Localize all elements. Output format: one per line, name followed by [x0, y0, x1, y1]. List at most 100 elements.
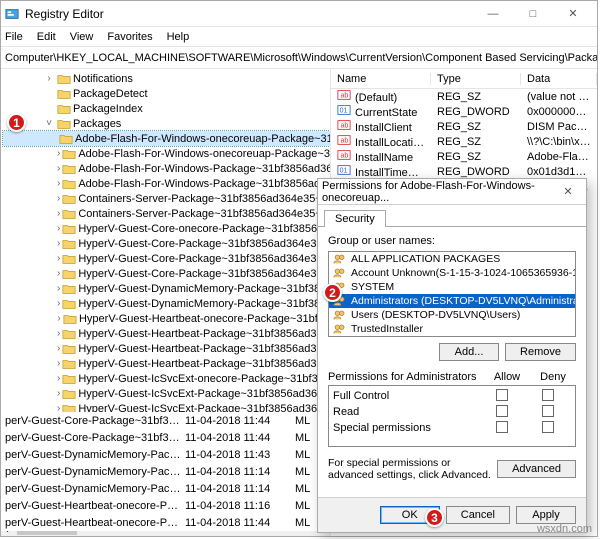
- expander-icon[interactable]: ›: [57, 283, 60, 294]
- expander-icon[interactable]: ›: [57, 253, 60, 264]
- cancel-button[interactable]: Cancel: [446, 506, 510, 524]
- menu-view[interactable]: View: [70, 31, 94, 43]
- tree-item[interactable]: ›HyperV-Guest-Core-Package~31bf3856ad364…: [3, 266, 330, 281]
- group-item[interactable]: Account Unknown(S-1-15-3-1024-1065365936…: [329, 266, 575, 280]
- column-type[interactable]: Type: [431, 73, 521, 85]
- list-item[interactable]: perV-Guest-Core-Package~31bf3856ad36...1…: [1, 429, 331, 446]
- tree-item[interactable]: ›HyperV-Guest-IcSvcExt-Package~31bf3856a…: [3, 386, 330, 401]
- group-item[interactable]: ALL APPLICATION PACKAGES: [329, 252, 575, 266]
- tree-item[interactable]: ›HyperV-Guest-Heartbeat-onecore-Package~…: [3, 311, 330, 326]
- group-label: Users (DESKTOP-DV5LVNQ\Users): [351, 309, 520, 321]
- group-item[interactable]: SYSTEM: [329, 280, 575, 294]
- column-name[interactable]: Name: [331, 73, 431, 85]
- tree-item[interactable]: ›HyperV-Guest-Heartbeat-Package~31bf3856…: [3, 326, 330, 341]
- tree-item[interactable]: ›HyperV-Guest-Core-Package~31bf3856ad364…: [3, 236, 330, 251]
- tab-security[interactable]: Security: [324, 210, 386, 227]
- value-row[interactable]: ab(Default)REG_SZ(value not set): [331, 89, 597, 104]
- value-row[interactable]: 01InstallTimeHighREG_DWORD0x01d3d151 (30…: [331, 164, 597, 179]
- list-item-name: perV-Guest-Heartbeat-onecore-Package~...: [1, 500, 181, 512]
- value-row[interactable]: abInstallLocationREG_SZ\\?\C:\bin\x86fre…: [331, 134, 597, 149]
- expander-icon[interactable]: ›: [57, 343, 60, 354]
- tree-item[interactable]: PackageDetect: [3, 86, 330, 101]
- menu-file[interactable]: File: [5, 31, 23, 43]
- tree-item[interactable]: PackageIndex: [3, 101, 330, 116]
- tree-item[interactable]: ›HyperV-Guest-DynamicMemory-Package~31bf…: [3, 296, 330, 311]
- tree-item[interactable]: ›HyperV-Guest-Heartbeat-Package~31bf3856…: [3, 356, 330, 371]
- expander-icon[interactable]: ˅: [43, 118, 55, 129]
- expander-icon[interactable]: ›: [57, 193, 60, 204]
- tree-item[interactable]: ›Adobe-Flash-For-Windows-onecoreuap-Pack…: [3, 146, 330, 161]
- expander-icon[interactable]: ›: [57, 148, 60, 159]
- dialog-titlebar[interactable]: Permissions for Adobe-Flash-For-Windows-…: [318, 179, 586, 205]
- expander-icon[interactable]: ›: [57, 208, 60, 219]
- menu-help[interactable]: Help: [167, 31, 190, 43]
- value-row[interactable]: abInstallClientREG_SZDISM Package Manag: [331, 119, 597, 134]
- expander-icon[interactable]: ›: [57, 163, 60, 174]
- menu-favorites[interactable]: Favorites: [107, 31, 152, 43]
- list-item-date: 11-04-2018 11:14: [181, 483, 291, 495]
- expander-icon[interactable]: ›: [57, 178, 60, 189]
- tree-item-label: Packages: [73, 118, 121, 130]
- deny-checkbox[interactable]: [542, 421, 554, 433]
- value-name: InstallName: [355, 152, 413, 164]
- tree-item[interactable]: ›HyperV-Guest-Heartbeat-Package~31bf3856…: [3, 341, 330, 356]
- expander-icon[interactable]: ›: [57, 268, 60, 279]
- group-item[interactable]: Users (DESKTOP-DV5LVNQ\Users): [329, 308, 575, 322]
- tree-item[interactable]: ›Adobe-Flash-For-Windows-Package~31bf385…: [3, 161, 330, 176]
- expander-icon[interactable]: ›: [57, 313, 61, 324]
- tree-item[interactable]: ›Containers-Server-Package~31bf3856ad364…: [3, 206, 330, 221]
- list-item[interactable]: perV-Guest-DynamicMemory-Package~3...11-…: [1, 463, 331, 480]
- expander-icon[interactable]: ›: [57, 358, 60, 369]
- maximize-button[interactable]: □: [513, 4, 553, 24]
- advanced-button[interactable]: Advanced: [497, 460, 576, 478]
- add-button[interactable]: Add...: [439, 343, 499, 361]
- tree-item[interactable]: ›Notifications: [3, 71, 330, 86]
- value-row[interactable]: abInstallNameREG_SZAdobe-Flash-For-Win: [331, 149, 597, 164]
- allow-checkbox[interactable]: [496, 421, 508, 433]
- tree-item[interactable]: Adobe-Flash-For-Windows-onecoreuap-Packa…: [3, 131, 330, 146]
- tree-item[interactable]: ›HyperV-Guest-IcSvcExt-onecore-Package~3…: [3, 371, 330, 386]
- deny-checkbox[interactable]: [542, 405, 554, 417]
- expander-icon[interactable]: ›: [57, 223, 60, 234]
- tree-item[interactable]: ›HyperV-Guest-Core-Package~31bf3856ad364…: [3, 251, 330, 266]
- values-header[interactable]: Name Type Data: [331, 69, 597, 89]
- expander-icon[interactable]: ›: [57, 373, 60, 384]
- list-item[interactable]: perV-Guest-Heartbeat-onecore-Package~...…: [1, 497, 331, 514]
- tree-item[interactable]: ›Containers-Server-Package~31bf3856ad364…: [3, 191, 330, 206]
- value-row[interactable]: 01CurrentStateREG_DWORD0x00000070 (112): [331, 104, 597, 119]
- deny-checkbox[interactable]: [542, 389, 554, 401]
- list-item[interactable]: perV-Guest-Heartbeat-onecore-Package~...…: [1, 514, 331, 531]
- dialog-close-button[interactable]: ✕: [554, 182, 582, 202]
- tree-item[interactable]: ›HyperV-Guest-DynamicMemory-Package~31bf…: [3, 281, 330, 296]
- svg-text:ab: ab: [341, 138, 349, 145]
- group-icon: [333, 323, 347, 335]
- group-item[interactable]: Administrators (DESKTOP-DV5LVNQ\Administ…: [329, 294, 575, 308]
- expander-icon[interactable]: ›: [43, 73, 55, 84]
- expander-icon[interactable]: ›: [57, 238, 60, 249]
- expander-icon[interactable]: ›: [57, 328, 60, 339]
- group-users-list[interactable]: ALL APPLICATION PACKAGESAccount Unknown(…: [328, 251, 576, 337]
- allow-checkbox[interactable]: [496, 389, 508, 401]
- menu-edit[interactable]: Edit: [37, 31, 56, 43]
- close-button[interactable]: ✕: [553, 4, 593, 24]
- address-bar[interactable]: Computer\HKEY_LOCAL_MACHINE\SOFTWARE\Mic…: [1, 47, 597, 69]
- titlebar[interactable]: Registry Editor — □ ✕: [1, 1, 597, 27]
- allow-checkbox[interactable]: [496, 405, 508, 417]
- permission-row: Full Control: [333, 388, 571, 404]
- annotation-badge-2: 2: [323, 283, 342, 302]
- list-item[interactable]: perV-Guest-DynamicMemory-Package~3...11-…: [1, 480, 331, 497]
- list-item[interactable]: perV-Guest-Core-Package~31bf3856ad36...1…: [1, 412, 331, 429]
- minimize-button[interactable]: —: [473, 4, 513, 24]
- column-data[interactable]: Data: [521, 73, 597, 85]
- group-item[interactable]: TrustedInstaller: [329, 322, 575, 336]
- list-item[interactable]: perV-Guest-DynamicMemory-Package~3...11-…: [1, 446, 331, 463]
- value-name: InstallLocation: [355, 137, 425, 149]
- value-data: 0x01d3d151 (306590: [521, 166, 597, 178]
- expander-icon[interactable]: ›: [57, 298, 60, 309]
- expander-icon[interactable]: ›: [57, 388, 60, 399]
- tree-item[interactable]: ›Adobe-Flash-For-Windows-Package~31bf385…: [3, 176, 330, 191]
- apply-button[interactable]: Apply: [516, 506, 576, 524]
- tree-item[interactable]: ˅ Packages: [3, 116, 330, 131]
- remove-button[interactable]: Remove: [505, 343, 576, 361]
- tree-item[interactable]: ›HyperV-Guest-Core-onecore-Package~31bf3…: [3, 221, 330, 236]
